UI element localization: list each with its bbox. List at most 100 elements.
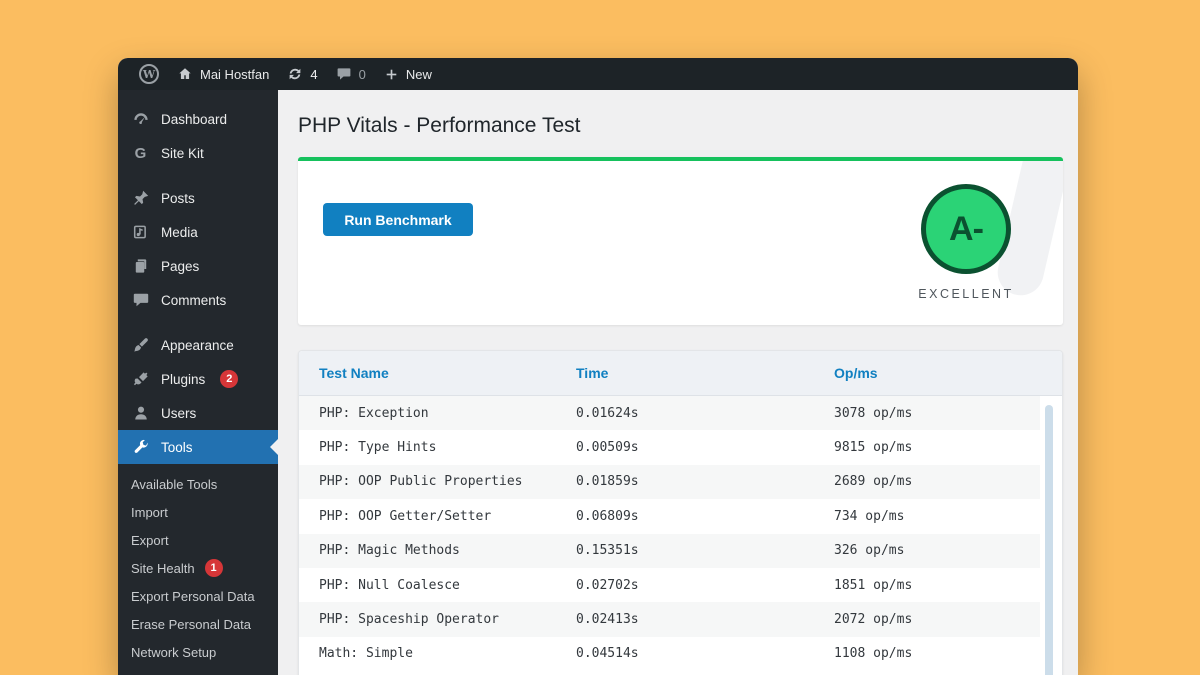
cell-time: 0.06809s [576, 509, 834, 524]
cell-time: 0.01859s [576, 474, 834, 489]
cell-opms: 734 op/ms [834, 509, 1040, 524]
grade-display: A- EXCELLENT [891, 184, 1041, 301]
sidebar-item-users[interactable]: Users [118, 396, 278, 430]
sidebar-item-site-kit[interactable]: G Site Kit [118, 136, 278, 170]
table-row: PHP: Null Coalesce 0.02702s 1851 op/ms [299, 568, 1040, 602]
site-name-link[interactable]: Mai Hostfan [168, 58, 278, 90]
submenu-item-site-health[interactable]: Site Health 1 [118, 554, 278, 582]
table-scrollbar[interactable] [1045, 405, 1053, 675]
comment-bubble-icon [131, 291, 150, 310]
main-content: PHP Vitals - Performance Test Run Benchm… [278, 90, 1078, 675]
plugins-update-badge: 2 [220, 370, 238, 388]
cell-test-name: PHP: OOP Public Properties [319, 474, 576, 489]
sidebar-item-plugins[interactable]: Plugins 2 [118, 362, 278, 396]
sidebar-item-label: Dashboard [161, 112, 227, 127]
admin-sidebar: Dashboard G Site Kit Posts Media Pages [118, 90, 278, 675]
benchmark-card: Run Benchmark A- EXCELLENT [298, 157, 1063, 325]
submenu-label: Network Setup [131, 645, 216, 660]
submenu-item-export[interactable]: Export [118, 526, 278, 554]
new-label: New [406, 67, 432, 82]
table-row: Math: Simple 0.04514s 1108 op/ms [299, 637, 1040, 671]
plugin-icon [131, 370, 150, 389]
cell-time: 0.01624s [576, 406, 834, 421]
wordpress-logo-icon: W [139, 64, 159, 84]
cell-time: 0.02702s [576, 578, 834, 593]
sidebar-item-label: Tools [161, 440, 193, 455]
sidebar-item-comments[interactable]: Comments [118, 283, 278, 317]
wordpress-menu[interactable]: W [130, 58, 168, 90]
cell-opms: 9815 op/ms [834, 440, 1040, 455]
site-health-badge: 1 [205, 559, 223, 577]
table-body: PHP: Exception 0.01624s 3078 op/ms PHP: … [299, 396, 1040, 671]
table-row: PHP: Type Hints 0.00509s 9815 op/ms [299, 430, 1040, 464]
updates-link[interactable]: 4 [278, 58, 326, 90]
comments-link[interactable]: 0 [327, 58, 375, 90]
cell-test-name: PHP: Exception [319, 406, 576, 421]
sidebar-item-label: Pages [161, 259, 199, 274]
sidebar-item-label: Plugins [161, 372, 205, 387]
table-row: PHP: Exception 0.01624s 3078 op/ms [299, 396, 1040, 430]
comments-bubble-icon [336, 66, 352, 82]
sidebar-separator [118, 170, 278, 181]
sidebar-item-label: Comments [161, 293, 226, 308]
run-benchmark-button[interactable]: Run Benchmark [323, 203, 473, 236]
cell-opms: 2072 op/ms [834, 612, 1040, 627]
table-row: PHP: Spaceship Operator 0.02413s 2072 op… [299, 602, 1040, 636]
dashboard-gauge-icon [131, 110, 150, 129]
submenu-label: Export Personal Data [131, 589, 255, 604]
table-header-row: Test Name Time Op/ms [299, 351, 1062, 396]
cell-opms: 1108 op/ms [834, 646, 1040, 661]
submenu-item-import[interactable]: Import [118, 498, 278, 526]
cell-test-name: PHP: Spaceship Operator [319, 612, 576, 627]
submenu-item-export-personal-data[interactable]: Export Personal Data [118, 582, 278, 610]
wrench-icon [131, 438, 150, 457]
google-g-icon: G [131, 144, 150, 163]
page-title: PHP Vitals - Performance Test [298, 114, 580, 138]
grade-letter: A- [949, 210, 983, 249]
results-table-card: Test Name Time Op/ms PHP: Exception 0.01… [298, 350, 1063, 675]
comments-count: 0 [359, 67, 366, 82]
sidebar-separator [118, 317, 278, 328]
grade-circle: A- [921, 184, 1011, 274]
cell-opms: 2689 op/ms [834, 474, 1040, 489]
submenu-label: Export [131, 533, 169, 548]
updates-icon [287, 66, 303, 82]
table-row: PHP: OOP Public Properties 0.01859s 2689… [299, 465, 1040, 499]
table-row: PHP: OOP Getter/Setter 0.06809s 734 op/m… [299, 499, 1040, 533]
media-note-icon [131, 223, 150, 242]
cell-opms: 3078 op/ms [834, 406, 1040, 421]
submenu-label: Import [131, 505, 168, 520]
submenu-item-erase-personal-data[interactable]: Erase Personal Data [118, 610, 278, 638]
sidebar-item-label: Posts [161, 191, 195, 206]
grade-caption: EXCELLENT [891, 287, 1041, 301]
column-header-test-name[interactable]: Test Name [319, 365, 576, 381]
sidebar-item-appearance[interactable]: Appearance [118, 328, 278, 362]
submenu-item-network-setup[interactable]: Network Setup [118, 638, 278, 666]
site-name: Mai Hostfan [200, 67, 269, 82]
cell-test-name: PHP: OOP Getter/Setter [319, 509, 576, 524]
admin-bar: W Mai Hostfan 4 0 New [118, 58, 1078, 90]
sidebar-item-label: Appearance [161, 338, 234, 353]
cell-time: 0.15351s [576, 543, 834, 558]
sidebar-item-pages[interactable]: Pages [118, 249, 278, 283]
cell-test-name: PHP: Magic Methods [319, 543, 576, 558]
cell-time: 0.02413s [576, 612, 834, 627]
sidebar-item-tools[interactable]: Tools [118, 430, 278, 464]
sidebar-item-posts[interactable]: Posts [118, 181, 278, 215]
table-row: PHP: Magic Methods 0.15351s 326 op/ms [299, 534, 1040, 568]
cell-time: 0.04514s [576, 646, 834, 661]
paintbrush-icon [131, 336, 150, 355]
cell-test-name: Math: Simple [319, 646, 576, 661]
sidebar-item-label: Users [161, 406, 196, 421]
wordpress-admin-window: W Mai Hostfan 4 0 New [118, 58, 1078, 675]
plus-icon [384, 67, 399, 82]
cell-test-name: PHP: Type Hints [319, 440, 576, 455]
sidebar-item-label: Media [161, 225, 198, 240]
column-header-opms[interactable]: Op/ms [834, 365, 1062, 381]
sidebar-item-dashboard[interactable]: Dashboard [118, 102, 278, 136]
sidebar-item-media[interactable]: Media [118, 215, 278, 249]
cell-test-name: PHP: Null Coalesce [319, 578, 576, 593]
submenu-item-available-tools[interactable]: Available Tools [118, 470, 278, 498]
new-content-menu[interactable]: New [375, 58, 441, 90]
column-header-time[interactable]: Time [576, 365, 834, 381]
